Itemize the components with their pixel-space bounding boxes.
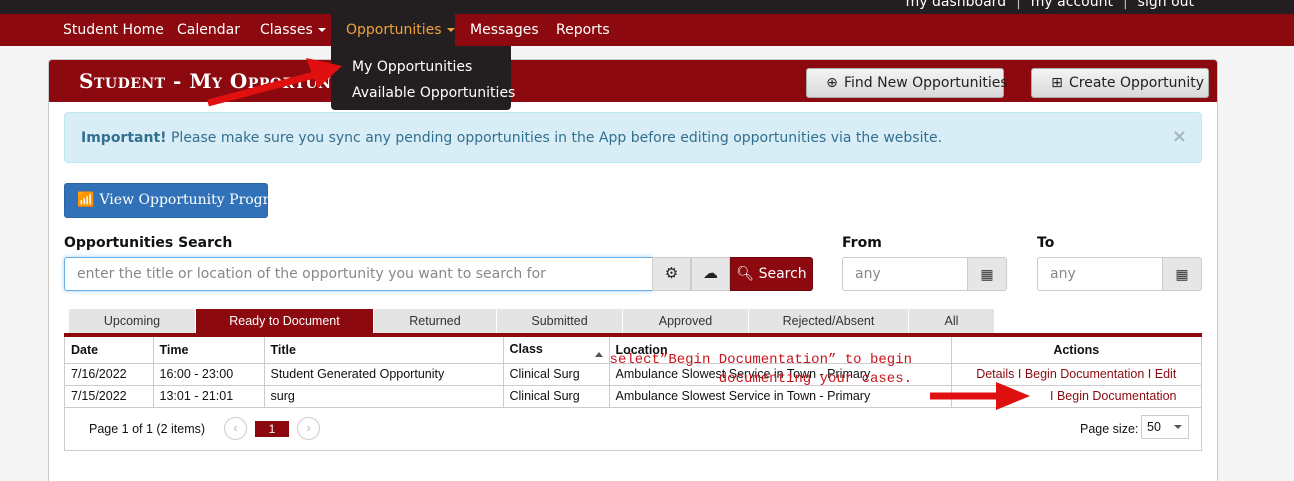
caret-down-icon (446, 28, 455, 32)
utility-separator: | (1016, 0, 1021, 10)
col-time[interactable]: Time (153, 337, 265, 364)
search-icon: 🔍︎ (736, 266, 755, 282)
nav-opportunities[interactable]: Opportunities (331, 14, 455, 46)
my-account-link[interactable]: my account (1031, 0, 1113, 10)
to-label: To (1037, 235, 1055, 251)
bar-chart-icon: 📶 (77, 192, 95, 208)
from-calendar-button[interactable]: ▦ (967, 257, 1007, 291)
settings-button[interactable]: ⚙ (652, 257, 691, 291)
alert-text: Please make sure you sync any pending op… (166, 130, 943, 146)
nav-classes-label: Classes (260, 22, 313, 38)
utility-separator: | (1122, 0, 1128, 10)
tab-returned[interactable]: Returned (374, 309, 497, 333)
cell-time: 16:00 - 23:00 (153, 363, 265, 386)
sync-alert: Important! Please make sure you sync any… (64, 112, 1202, 163)
nav-classes[interactable]: Classes (245, 14, 341, 46)
nav-student-home[interactable]: Student Home (48, 14, 179, 46)
search-label: Opportunities Search (64, 235, 233, 251)
menu-item-my-opportunities[interactable]: My Opportunities (331, 54, 511, 80)
cell-date: 7/16/2022 (65, 363, 154, 386)
row-actions-links[interactable]: Details I Begin Documentation I Edit (951, 363, 1201, 386)
begin-documentation-link[interactable]: I Begin Documentation (951, 385, 1201, 408)
zoom-in-icon: ⊕ (826, 75, 838, 91)
nav-opportunities-label: Opportunities (346, 22, 442, 38)
next-page-icon[interactable]: › (297, 417, 320, 440)
find-new-opportunities-label: Find New Opportunities (844, 75, 1008, 91)
main-nav: Student Home Calendar Classes Opportunit… (0, 14, 1294, 46)
pager: Page 1 of 1 (2 items) ‹ 1 › Page size: 5… (65, 409, 1201, 449)
utility-bar: my dashboard | my account | sign out (0, 0, 1294, 14)
col-actions: Actions (951, 337, 1201, 364)
nav-messages[interactable]: Messages (455, 14, 554, 46)
page-size-label: Page size: (1080, 422, 1139, 436)
search-button[interactable]: 🔍︎ Search (730, 257, 813, 291)
search-button-label: Search (758, 266, 807, 282)
calendar-icon: ▦ (1175, 266, 1189, 282)
opportunities-panel: Student - My Opportunities ⊕ Find New Opp… (48, 59, 1218, 481)
create-opportunity-label: Create Opportunity (1069, 75, 1204, 91)
prev-page-icon[interactable]: ‹ (224, 417, 247, 440)
to-date-input[interactable]: any (1037, 257, 1163, 291)
view-progress-label: View Opportunity Progress (99, 192, 292, 208)
alert-strong: Important! (81, 130, 167, 146)
nav-calendar[interactable]: Calendar (162, 14, 255, 46)
to-calendar-button[interactable]: ▦ (1162, 257, 1202, 291)
search-input[interactable] (64, 257, 653, 291)
plus-square-icon: ⊞ (1051, 75, 1063, 91)
tab-all[interactable]: All (909, 309, 995, 333)
caret-down-icon (317, 28, 326, 32)
calendar-icon: ▦ (980, 266, 994, 282)
cell-title: surg (264, 385, 504, 408)
opportunities-dropdown: My Opportunities Available Opportunities (331, 46, 515, 110)
find-new-opportunities-button[interactable]: ⊕ Find New Opportunities (806, 68, 1008, 98)
cell-time: 13:01 - 21:01 (153, 385, 265, 408)
tab-approved[interactable]: Approved (623, 309, 749, 333)
panel-header: Student - My Opportunities ⊕ Find New Opp… (49, 60, 1217, 102)
create-opportunity-button[interactable]: ⊞ Create Opportunity (1031, 68, 1209, 98)
tab-submitted[interactable]: Submitted (497, 309, 623, 333)
current-page[interactable]: 1 (255, 421, 289, 437)
tab-upcoming[interactable]: Upcoming (69, 309, 196, 333)
cell-date: 7/15/2022 (65, 385, 154, 408)
from-label: From (842, 235, 882, 251)
caret-down-icon (1174, 425, 1182, 429)
sign-out-link[interactable]: sign out (1138, 0, 1194, 10)
close-icon[interactable]: × (1172, 126, 1187, 147)
cell-title: Student Generated Opportunity (264, 363, 504, 386)
pager-info: Page 1 of 1 (2 items) (89, 422, 206, 436)
cloud-download-button[interactable]: ☁ (691, 257, 730, 291)
col-title[interactable]: Title (264, 337, 504, 364)
cloud-download-icon: ☁ (703, 265, 718, 282)
view-opportunity-progress-button[interactable]: 📶 View Opportunity Progress (64, 183, 292, 218)
my-dashboard-link[interactable]: my dashboard (906, 0, 1006, 10)
from-date-input[interactable]: any (842, 257, 968, 291)
nav-reports[interactable]: Reports (541, 14, 625, 46)
annotation-text: select”Begin Documentation” to begin doc… (609, 352, 912, 387)
menu-item-available-opportunities[interactable]: Available Opportunities (331, 80, 515, 106)
page-size-select[interactable]: 50 (1141, 415, 1189, 439)
utility-links: my dashboard | my account | sign out (902, 0, 1198, 10)
tab-ready-to-document[interactable]: Ready to Document (196, 309, 374, 333)
gear-icon: ⚙ (664, 265, 679, 282)
col-date[interactable]: Date (65, 337, 154, 364)
col-class-label: Class (509, 342, 543, 357)
tab-rejected-absent[interactable]: Rejected/Absent (749, 309, 909, 333)
page-size-value: 50 (1147, 420, 1161, 434)
